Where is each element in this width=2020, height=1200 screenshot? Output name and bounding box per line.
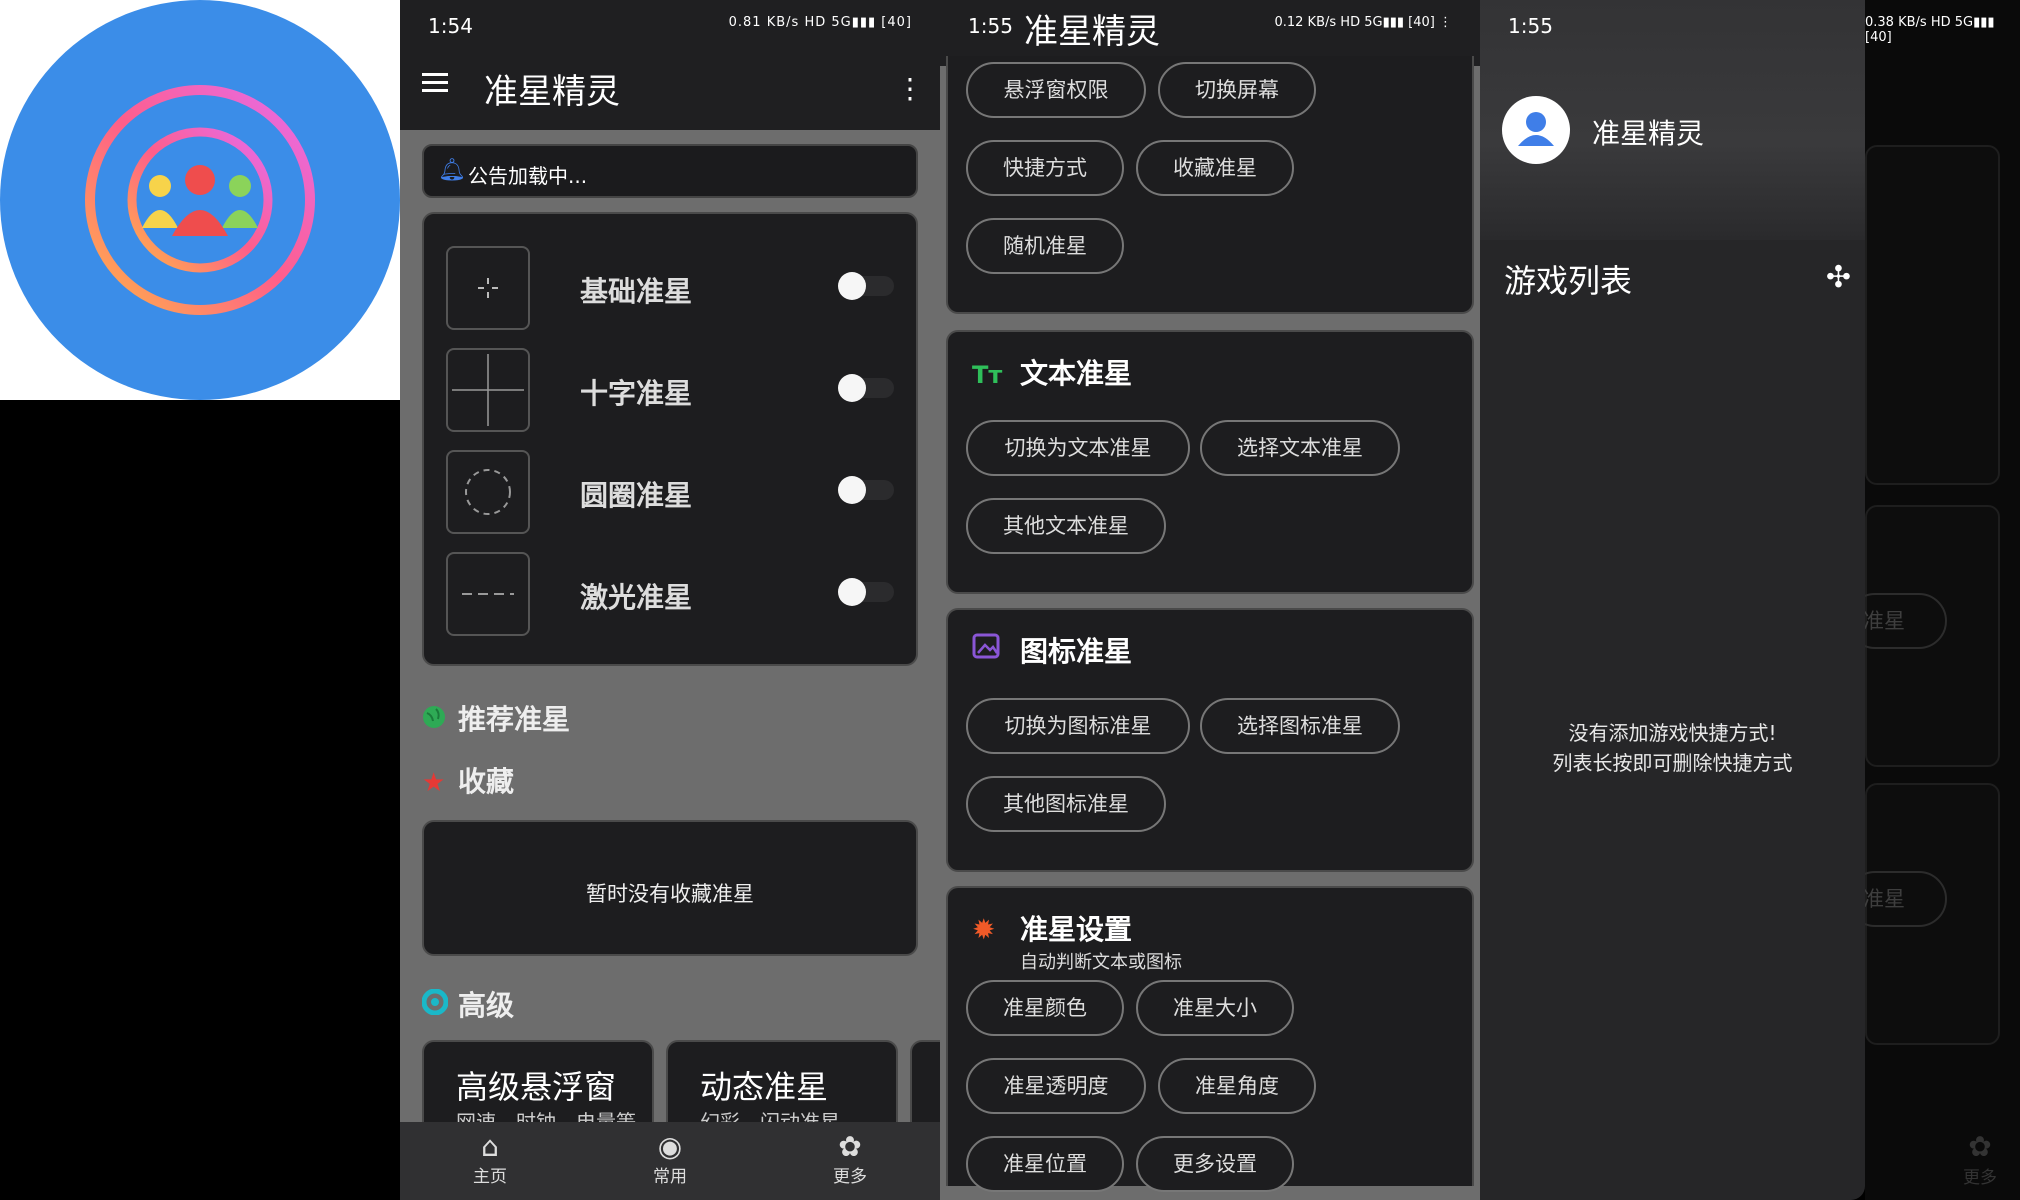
settings-title: ✹ 准星设置 xyxy=(972,913,1133,946)
settings-subtitle: 自动判断文本或图标 xyxy=(1020,952,1182,973)
chip-size[interactable]: 准星大小 xyxy=(1136,980,1294,1036)
settings-icon: ✹ xyxy=(972,913,996,946)
hamburger-menu-icon[interactable] xyxy=(422,68,458,104)
crosshair-row-laser[interactable]: 激光准星 xyxy=(446,552,898,638)
chip-other-text[interactable]: 其他文本准星 xyxy=(966,498,1166,554)
chip-select-text[interactable]: 选择文本准星 xyxy=(1200,420,1400,476)
cross-crosshair-icon xyxy=(446,348,530,432)
icon-crosshair-title: 图标准星 xyxy=(972,630,1132,670)
avatar[interactable] xyxy=(1502,96,1570,164)
chip-random[interactable]: 随机准星 xyxy=(966,218,1124,274)
crosshair-row-circle[interactable]: 圆圈准星 xyxy=(446,450,898,536)
chip-switch-screen[interactable]: 切换屏幕 xyxy=(1158,62,1316,118)
nav-common[interactable]: ◉ 常用 xyxy=(630,1130,710,1188)
status-time: 1:55 xyxy=(1508,14,1553,38)
notice-bar[interactable]: 🔔︎ 公告加载中... xyxy=(422,144,918,198)
drawer-app-name: 准星精灵 xyxy=(1592,117,1705,150)
advanced-card-title: 高级悬浮窗 xyxy=(456,1068,617,1106)
chip-switch-text[interactable]: 切换为文本准星 xyxy=(966,420,1190,476)
text-crosshair-title: Tт 文本准星 xyxy=(972,357,1133,390)
recommended-header[interactable]: 推荐准星 xyxy=(422,698,570,738)
drawer-screen: 0.38 KB/s HD 5G▮▮▮ [40] 准星 准星 ✿ 更多 1:55 … xyxy=(1480,0,2020,1200)
advanced-header: 高级 xyxy=(421,984,514,1024)
status-icons: 0.12 KB/s HD 5G▮▮▮ [40] ⋮ xyxy=(1274,15,1452,30)
gear-icon: ✿ xyxy=(838,1130,862,1163)
bell-icon: 🔔︎ xyxy=(438,158,466,183)
chip-select-icon[interactable]: 选择图标准星 xyxy=(1200,698,1400,754)
status-icons: 0.38 KB/s HD 5G▮▮▮ [40] xyxy=(1865,15,1995,45)
favorites-empty-text: 暂时没有收藏准星 xyxy=(586,882,754,906)
permissions-card: 悬浮窗权限 切换屏幕 快捷方式 收藏准星 随机准星 xyxy=(946,56,1474,314)
circle-crosshair-icon xyxy=(446,450,530,534)
page-title: 准星精灵 xyxy=(484,72,620,112)
app-bar: 1:54 0.81 KB/s HD 5G▮▮▮ [40] 准星精灵 ⋮ xyxy=(400,0,940,130)
crosshair-settings-card: ✹ 准星设置 自动判断文本或图标 准星颜色 准星大小 准星透明度 准星角度 准星位… xyxy=(946,886,1474,1192)
ghost-nav-more: ✿ 更多 xyxy=(1950,1130,2010,1188)
chip-angle[interactable]: 准星角度 xyxy=(1158,1058,1316,1114)
toggle-switch[interactable] xyxy=(838,268,898,304)
overflow-menu-icon[interactable]: ⋮ xyxy=(896,72,924,105)
navigation-drawer: 1:55 准星精灵 游戏列表 ✣ 没有添加游戏快捷方式! 列表长按即可删除快捷方… xyxy=(1480,0,1865,1200)
crosshair-label: 圆圈准星 xyxy=(580,479,693,512)
ghost-card: 准星 xyxy=(1847,505,2000,767)
nav-home[interactable]: ⌂ 主页 xyxy=(450,1130,530,1188)
favorites-card: 暂时没有收藏准星 xyxy=(422,820,918,956)
icon-crosshair-card: 图标准星 切换为图标准星 选择图标准星 其他图标准星 xyxy=(946,608,1474,872)
crosshair-label: 激光准星 xyxy=(580,581,693,614)
crosshair-logo-icon xyxy=(0,0,400,400)
chip-more-settings[interactable]: 更多设置 xyxy=(1136,1136,1294,1192)
text-crosshair-card: Tт 文本准星 切换为文本准星 选择文本准星 其他文本准星 xyxy=(946,330,1474,594)
crosshair-label: 十字准星 xyxy=(580,377,693,410)
status-icons: 0.81 KB/s HD 5G▮▮▮ [40] xyxy=(728,15,912,30)
text-size-icon: Tт xyxy=(972,361,1003,389)
nav-more[interactable]: ✿ 更多 xyxy=(810,1130,890,1188)
palette-icon: ◉ xyxy=(657,1130,683,1163)
home-icon: ⌂ xyxy=(481,1130,499,1163)
laser-crosshair-icon xyxy=(446,552,530,636)
crosshair-label: 基础准星 xyxy=(580,275,693,308)
page-title: 准星精灵 xyxy=(1024,12,1160,52)
home-screen: 1:54 0.81 KB/s HD 5G▮▮▮ [40] 准星精灵 ⋮ 🔔︎ 公… xyxy=(400,0,940,1200)
basic-crosshair-icon xyxy=(446,246,530,330)
game-list-title: 游戏列表 xyxy=(1504,262,1633,300)
chip-float-permission[interactable]: 悬浮窗权限 xyxy=(966,62,1146,118)
globe-icon xyxy=(422,703,448,736)
toggle-switch[interactable] xyxy=(838,370,898,406)
crosshair-list-card: 基础准星 十字准星 圆圈准星 激光准星 xyxy=(422,212,918,666)
favorites-header: ★ 收藏 xyxy=(422,765,515,798)
status-time: 1:55 xyxy=(968,14,1013,38)
game-list-empty: 没有添加游戏快捷方式! 列表长按即可删除快捷方式 xyxy=(1552,721,1793,775)
chip-opacity[interactable]: 准星透明度 xyxy=(966,1058,1146,1114)
chip-shortcut[interactable]: 快捷方式 xyxy=(966,140,1124,196)
ghost-card xyxy=(1865,145,2000,485)
chip-favorite[interactable]: 收藏准星 xyxy=(1136,140,1294,196)
status-bar: 1:54 0.81 KB/s HD 5G▮▮▮ [40] xyxy=(400,0,940,52)
toggle-switch[interactable] xyxy=(838,574,898,610)
app-logo xyxy=(0,0,400,400)
crosshair-row-cross[interactable]: 十字准星 xyxy=(446,348,898,434)
common-screen: 1:55 准星精灵 0.12 KB/s HD 5G▮▮▮ [40] ⋮ 悬浮窗权… xyxy=(940,0,1480,1200)
toggle-switch[interactable] xyxy=(838,472,898,508)
crosshair-row-basic[interactable]: 基础准星 xyxy=(446,246,898,332)
chip-position[interactable]: 准星位置 xyxy=(966,1136,1124,1192)
ghost-card: 准星 xyxy=(1847,783,2000,1045)
image-icon xyxy=(972,631,1006,667)
star-icon: ★ xyxy=(422,768,446,798)
lifebuoy-icon xyxy=(421,988,449,1022)
drawer-header: 1:55 准星精灵 xyxy=(1480,0,1865,240)
add-game-icon[interactable]: ✣ xyxy=(1826,260,1851,295)
notice-text: 公告加载中... xyxy=(468,164,588,188)
chip-switch-icon[interactable]: 切换为图标准星 xyxy=(966,698,1190,754)
status-time: 1:54 xyxy=(428,14,473,38)
chip-color[interactable]: 准星颜色 xyxy=(966,980,1124,1036)
chip-other-icon[interactable]: 其他图标准星 xyxy=(966,776,1166,832)
person-icon xyxy=(1518,112,1554,146)
bottom-navigation: ⌂ 主页 ◉ 常用 ✿ 更多 xyxy=(400,1122,940,1200)
gear-icon: ✿ xyxy=(1968,1130,1992,1163)
advanced-card-title: 动态准星 xyxy=(700,1068,829,1106)
